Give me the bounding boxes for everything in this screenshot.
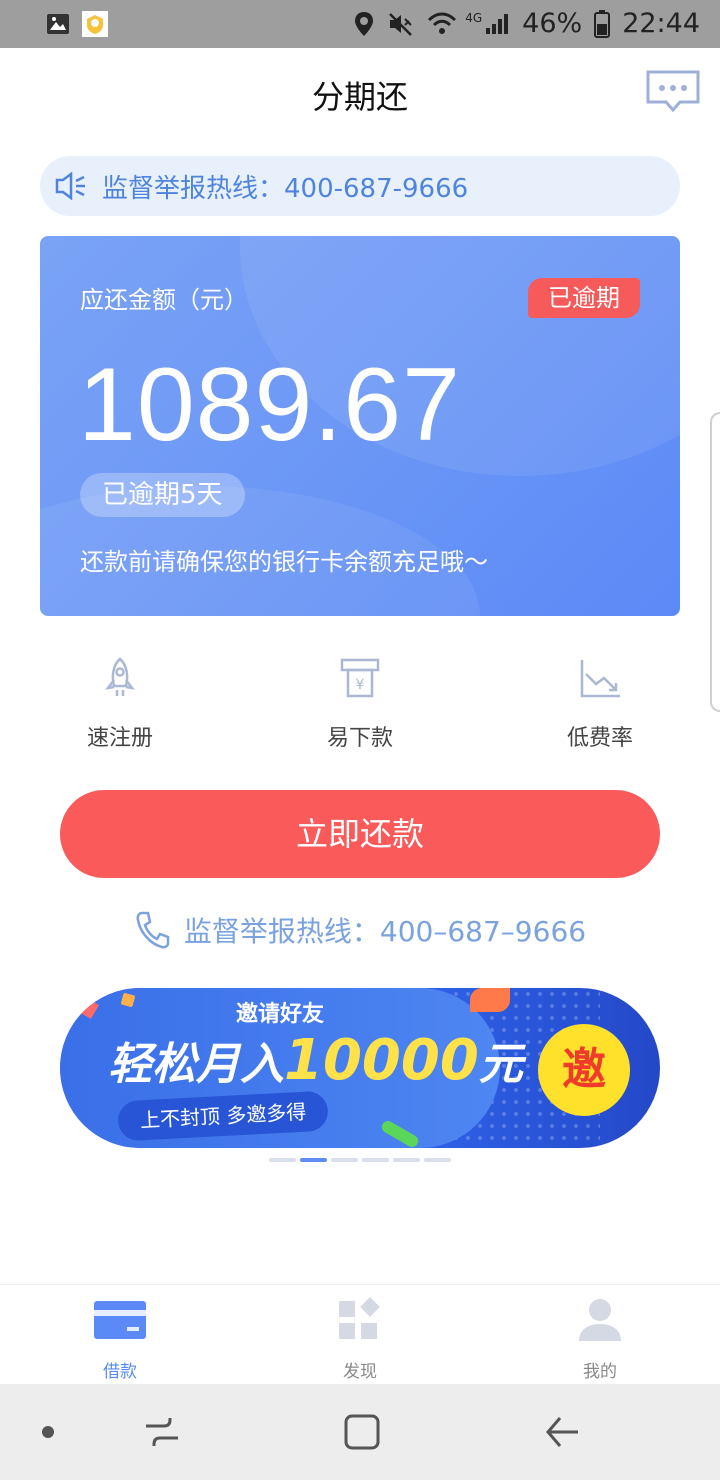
banner-headline-prefix: 轻松月入 bbox=[108, 1039, 284, 1090]
invite-badge: 邀 bbox=[538, 1024, 630, 1116]
notice-bar[interactable]: 监督举报热线：400-687-9666 bbox=[40, 156, 680, 216]
feature-low-rate: 低费率 bbox=[520, 656, 680, 752]
network-type: 4G bbox=[465, 10, 483, 25]
discover-icon bbox=[339, 1297, 380, 1339]
page-title: 分期还 bbox=[311, 78, 408, 116]
banner-decoration bbox=[470, 988, 510, 1012]
status-badge: 已逾期 bbox=[528, 278, 640, 318]
invite-banner[interactable]: 邀请好友 轻松月入10000元 上不封顶 多邀多得 邀 bbox=[60, 988, 660, 1148]
system-nav-bar bbox=[0, 1384, 720, 1480]
recents-icon[interactable] bbox=[142, 1412, 182, 1452]
overdue-days-badge: 已逾期5天 bbox=[80, 473, 245, 517]
gallery-icon bbox=[47, 14, 69, 34]
user-icon bbox=[579, 1299, 621, 1341]
rocket-icon bbox=[105, 657, 135, 696]
svg-text:¥: ¥ bbox=[356, 677, 365, 693]
atm-yuan-icon: ¥ bbox=[340, 658, 380, 698]
banner-pager bbox=[0, 1158, 720, 1164]
home-icon[interactable] bbox=[342, 1412, 382, 1452]
mute-icon bbox=[389, 12, 413, 36]
app-header: 分期还 bbox=[0, 48, 720, 140]
notice-text: 监督举报热线：400-687-9666 bbox=[102, 173, 469, 204]
tab-mine[interactable]: 我的 bbox=[540, 1297, 660, 1382]
feature-fast-register: 速注册 bbox=[40, 656, 200, 752]
status-bar: 4G 46% 22:44 bbox=[0, 0, 720, 48]
tab-label: 我的 bbox=[583, 1362, 617, 1382]
card-tip: 还款前请确保您的银行卡余额充足哦～ bbox=[80, 548, 488, 576]
pager-dot[interactable] bbox=[362, 1158, 389, 1162]
repayment-card: 应还金额（元） 已逾期 1089.67 已逾期5天 还款前请确保您的银行卡余额充… bbox=[40, 236, 680, 616]
banner-headline: 轻松月入10000元 bbox=[108, 1028, 523, 1093]
trend-down-icon bbox=[580, 660, 620, 698]
tab-label: 发现 bbox=[343, 1362, 377, 1382]
banner-title: 邀请好友 bbox=[236, 1002, 325, 1027]
bottom-tab-bar: 借款 发现 我的 bbox=[0, 1284, 720, 1384]
feature-row: 速注册 ¥ 易下款 低费率 bbox=[0, 656, 720, 756]
app-notification-icon bbox=[82, 11, 108, 37]
signal-icon bbox=[486, 13, 509, 34]
edge-panel-handle[interactable] bbox=[710, 412, 720, 712]
tab-label: 借款 bbox=[103, 1362, 137, 1382]
clock: 22:44 bbox=[622, 8, 700, 39]
battery-percent: 46% bbox=[522, 8, 583, 39]
tab-loan[interactable]: 借款 bbox=[60, 1297, 180, 1382]
status-left bbox=[46, 11, 108, 37]
amount-label: 应还金额（元） bbox=[80, 286, 248, 314]
feature-label: 易下款 bbox=[326, 726, 393, 751]
banner-headline-suffix: 元 bbox=[478, 1039, 523, 1090]
tab-discover[interactable]: 发现 bbox=[300, 1297, 420, 1382]
pager-dot[interactable] bbox=[393, 1158, 420, 1162]
nav-dot-icon[interactable] bbox=[42, 1426, 54, 1438]
phone-icon bbox=[136, 911, 170, 949]
pager-dot[interactable] bbox=[331, 1158, 358, 1162]
feature-label: 低费率 bbox=[566, 726, 633, 751]
message-button[interactable] bbox=[646, 70, 700, 114]
status-right: 4G 46% 22:44 bbox=[353, 8, 700, 39]
repay-now-button[interactable]: 立即还款 bbox=[60, 790, 660, 878]
card-icon bbox=[94, 1301, 146, 1339]
hotline-link[interactable]: 监督举报热线：400–687–9666 bbox=[0, 906, 720, 954]
feature-label: 速注册 bbox=[86, 726, 153, 751]
pager-dot-active[interactable] bbox=[300, 1158, 327, 1162]
speaker-icon bbox=[55, 171, 85, 201]
pager-dot[interactable] bbox=[269, 1158, 296, 1162]
banner-headline-amount: 10000 bbox=[284, 1028, 479, 1093]
battery-icon bbox=[594, 9, 611, 38]
location-icon bbox=[355, 11, 374, 36]
pager-dot[interactable] bbox=[424, 1158, 451, 1162]
back-icon[interactable] bbox=[542, 1412, 582, 1452]
feature-easy-loan: ¥ 易下款 bbox=[280, 656, 440, 752]
amount-value: 1089.67 bbox=[78, 347, 461, 463]
wifi-icon bbox=[428, 12, 457, 34]
hotline-text: 监督举报热线：400–687–9666 bbox=[183, 915, 587, 948]
